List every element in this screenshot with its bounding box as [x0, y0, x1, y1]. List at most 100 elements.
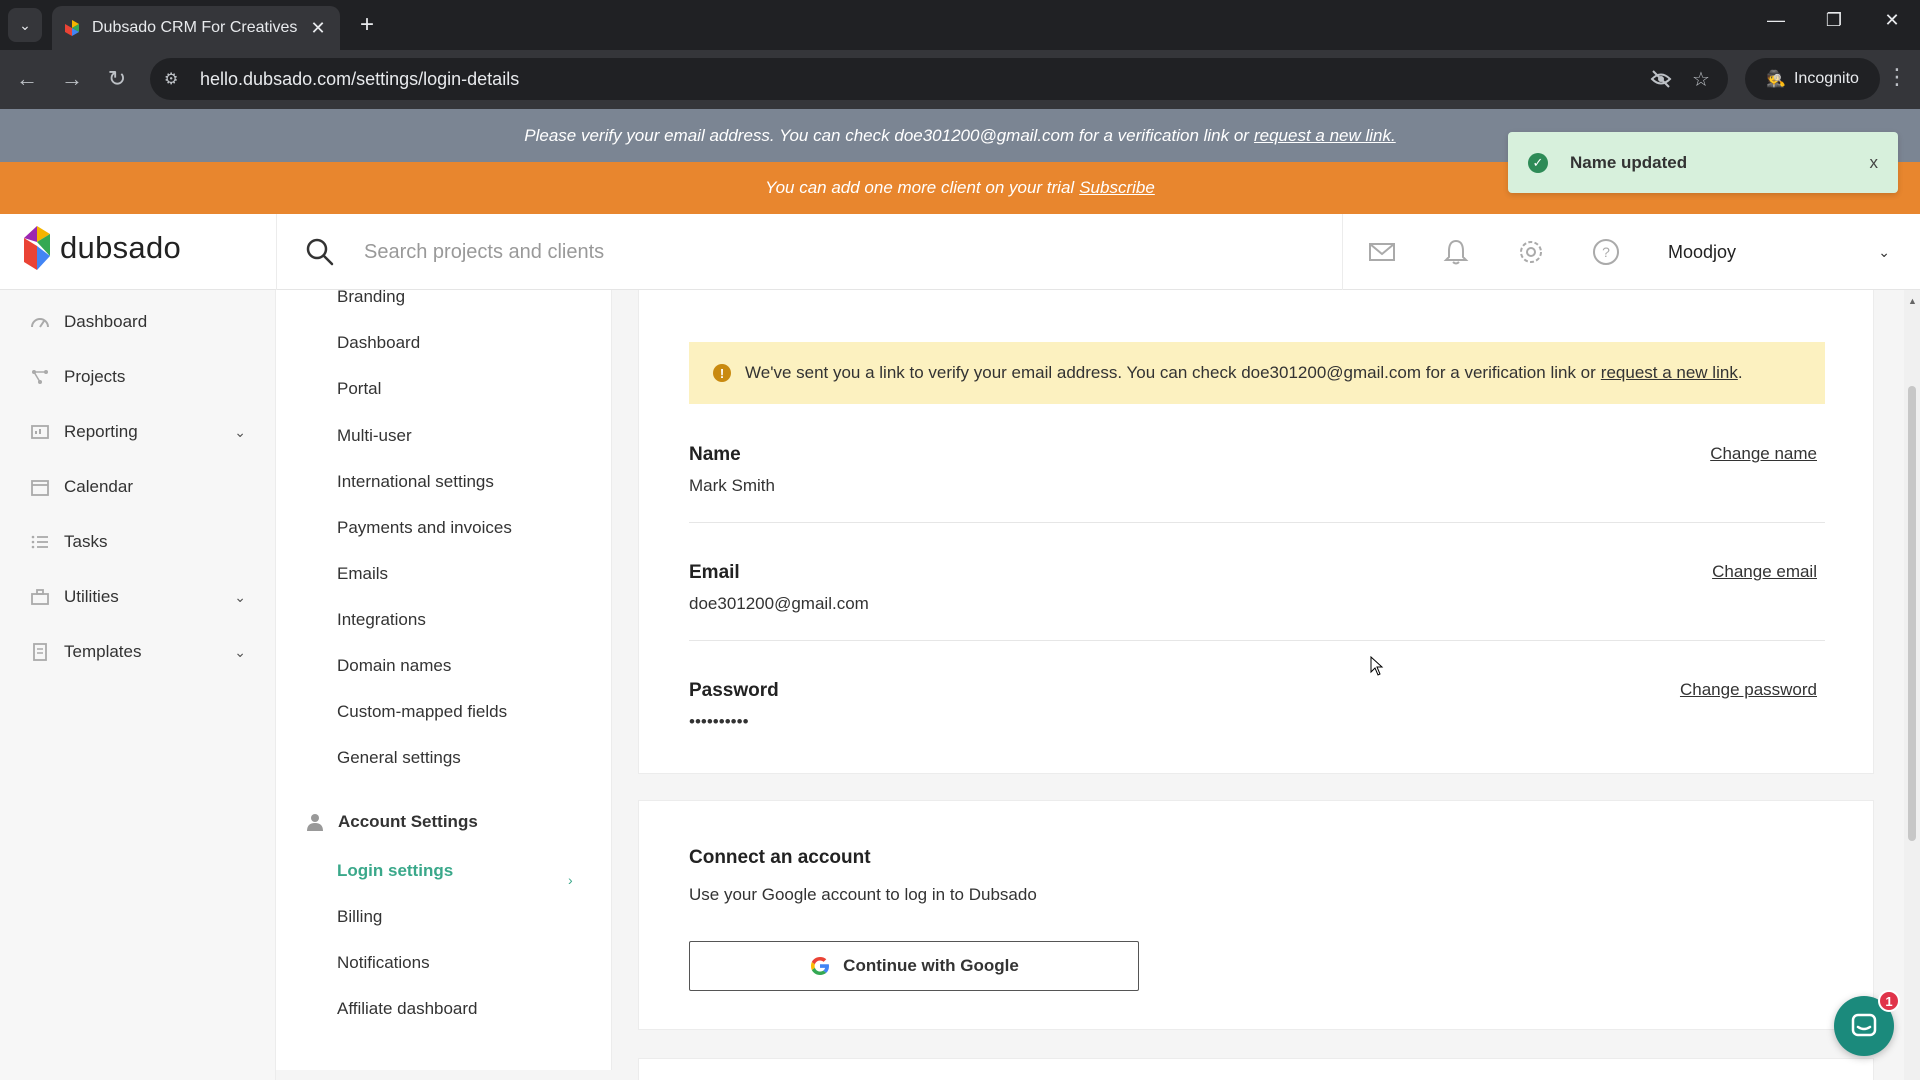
- sidebar-item-projects[interactable]: Projects: [30, 362, 246, 392]
- alert-text: We've sent you a link to verify your ema…: [745, 363, 1596, 382]
- settings-item-general[interactable]: General settings: [337, 748, 461, 768]
- mail-icon[interactable]: [1368, 238, 1396, 266]
- help-icon[interactable]: ?: [1592, 238, 1620, 266]
- back-icon[interactable]: ←: [12, 64, 42, 94]
- window-close-icon[interactable]: ✕: [1872, 10, 1912, 31]
- page-scrollbar[interactable]: ▲: [1904, 290, 1920, 1080]
- alert-request-link[interactable]: request a new link: [1601, 363, 1738, 383]
- incognito-icon: 🕵: [1766, 71, 1786, 88]
- settings-item-notifications[interactable]: Notifications: [337, 953, 430, 973]
- browser-menu-icon[interactable]: ⋮: [1882, 64, 1912, 94]
- settings-item-custom-fields[interactable]: Custom-mapped fields: [337, 702, 507, 722]
- settings-sidebar: Branding Dashboard Portal Multi-user Int…: [276, 287, 612, 1070]
- sidebar-item-reporting[interactable]: Reporting ⌄: [30, 417, 246, 447]
- sidebar-item-label: Templates: [64, 642, 142, 661]
- sidebar-item-templates[interactable]: Templates ⌄: [30, 637, 246, 667]
- password-field: Password •••••••••• Change password: [689, 680, 1825, 732]
- settings-item-international[interactable]: International settings: [337, 472, 494, 492]
- sidebar-item-label: Reporting: [64, 422, 138, 441]
- incognito-indicator[interactable]: 🕵 Incognito: [1745, 58, 1880, 100]
- scroll-up-icon[interactable]: ▲: [1908, 296, 1917, 306]
- settings-item-branding[interactable]: Branding: [337, 287, 405, 307]
- account-settings-header: Account Settings: [306, 812, 478, 832]
- browser-tab-bar: ⌄ Dubsado CRM For Creatives ✕ + — ❐ ✕: [0, 0, 1920, 50]
- account-settings-label: Account Settings: [338, 812, 478, 831]
- connect-account-description: Use your Google account to log in to Dub…: [689, 885, 1037, 904]
- main-content: ! We've sent you a link to verify your e…: [612, 290, 1912, 1080]
- settings-item-multi-user[interactable]: Multi-user: [337, 426, 412, 446]
- forward-icon[interactable]: →: [57, 64, 87, 94]
- settings-item-billing[interactable]: Billing: [337, 907, 382, 927]
- scrollbar-thumb[interactable]: [1908, 386, 1916, 841]
- sidebar-item-calendar[interactable]: Calendar: [30, 472, 246, 502]
- settings-item-domain-names[interactable]: Domain names: [337, 656, 451, 676]
- dubsado-logo[interactable]: dubsado: [22, 226, 181, 270]
- settings-item-emails[interactable]: Emails: [337, 564, 388, 584]
- address-bar[interactable]: ⚙ hello.dubsado.com/settings/login-detai…: [150, 58, 1728, 100]
- minimize-icon[interactable]: —: [1756, 10, 1796, 31]
- chat-launcher-button[interactable]: 1: [1834, 990, 1900, 1056]
- settings-item-login[interactable]: Login settings: [337, 861, 453, 881]
- email-value: doe301200@gmail.com: [689, 594, 869, 613]
- change-email-link[interactable]: Change email: [1712, 562, 1817, 582]
- continue-with-google-button[interactable]: Continue with Google: [689, 941, 1139, 991]
- tasks-icon: [31, 535, 48, 549]
- name-label: Name: [689, 444, 741, 465]
- user-name: Moodjoy: [1668, 241, 1737, 262]
- next-card: [638, 1058, 1874, 1080]
- sidebar-item-label: Tasks: [64, 532, 108, 551]
- sidebar-item-label: Utilities: [64, 587, 119, 606]
- reload-icon[interactable]: ↻: [102, 64, 132, 94]
- sidebar-item-dashboard[interactable]: Dashboard: [30, 307, 246, 337]
- password-value: ••••••••••: [689, 712, 749, 731]
- calendar-icon: [31, 480, 49, 496]
- email-label: Email: [689, 562, 740, 583]
- browser-tab[interactable]: Dubsado CRM For Creatives ✕: [52, 6, 340, 50]
- toast-message: Name updated: [1570, 152, 1688, 172]
- settings-item-portal[interactable]: Portal: [337, 379, 381, 399]
- bookmark-star-icon[interactable]: ☆: [1692, 58, 1710, 100]
- success-toast: ✓ Name updated x: [1508, 132, 1898, 193]
- divider: [689, 522, 1825, 523]
- chevron-down-icon: ⌄: [234, 643, 246, 660]
- settings-item-payments[interactable]: Payments and invoices: [337, 518, 512, 538]
- settings-item-affiliate[interactable]: Affiliate dashboard: [337, 999, 478, 1019]
- subscribe-link[interactable]: Subscribe: [1079, 178, 1155, 198]
- search-input[interactable]: [364, 234, 1264, 270]
- request-new-link[interactable]: request a new link.: [1254, 126, 1396, 146]
- login-details-card: ! We've sent you a link to verify your e…: [638, 290, 1874, 774]
- chevron-down-icon: ⌄: [234, 423, 246, 440]
- settings-item-integrations[interactable]: Integrations: [337, 610, 426, 630]
- sidebar-item-utilities[interactable]: Utilities ⌄: [30, 582, 246, 612]
- alert-end: .: [1737, 363, 1743, 382]
- toast-close-button[interactable]: x: [1870, 153, 1879, 173]
- chat-unread-badge: 1: [1878, 990, 1900, 1012]
- tab-close-icon[interactable]: ✕: [308, 18, 328, 39]
- change-name-link[interactable]: Change name: [1710, 444, 1817, 464]
- header-divider: [1342, 214, 1343, 290]
- chat-icon: [1851, 1013, 1877, 1037]
- user-menu[interactable]: Moodjoy ⌄: [1668, 234, 1898, 270]
- trial-banner-text: You can add one more client on your tria…: [765, 178, 1075, 197]
- change-password-link[interactable]: Change password: [1680, 680, 1817, 700]
- password-label: Password: [689, 680, 779, 701]
- bell-icon[interactable]: [1442, 238, 1470, 266]
- chevron-right-icon: ›: [568, 872, 573, 888]
- settings-item-dashboard[interactable]: Dashboard: [337, 333, 420, 353]
- templates-icon: [33, 643, 47, 661]
- tab-search-button[interactable]: ⌄: [8, 8, 42, 42]
- new-tab-button[interactable]: +: [352, 10, 382, 40]
- eye-off-icon[interactable]: [1650, 58, 1672, 100]
- sidebar-item-tasks[interactable]: Tasks: [30, 527, 246, 557]
- site-info-icon[interactable]: ⚙: [164, 69, 188, 89]
- url-text: hello.dubsado.com/settings/login-details: [200, 68, 520, 89]
- warning-icon: !: [713, 364, 731, 382]
- tab-title: Dubsado CRM For Creatives: [92, 19, 298, 36]
- dubsado-favicon-icon: [65, 20, 79, 36]
- restore-icon[interactable]: ❐: [1814, 10, 1854, 31]
- header-divider: [276, 214, 277, 290]
- reporting-icon: [31, 425, 49, 439]
- email-field: Email doe301200@gmail.com Change email: [689, 562, 1825, 614]
- sidebar-item-label: Dashboard: [64, 312, 148, 331]
- gear-icon[interactable]: [1517, 238, 1545, 266]
